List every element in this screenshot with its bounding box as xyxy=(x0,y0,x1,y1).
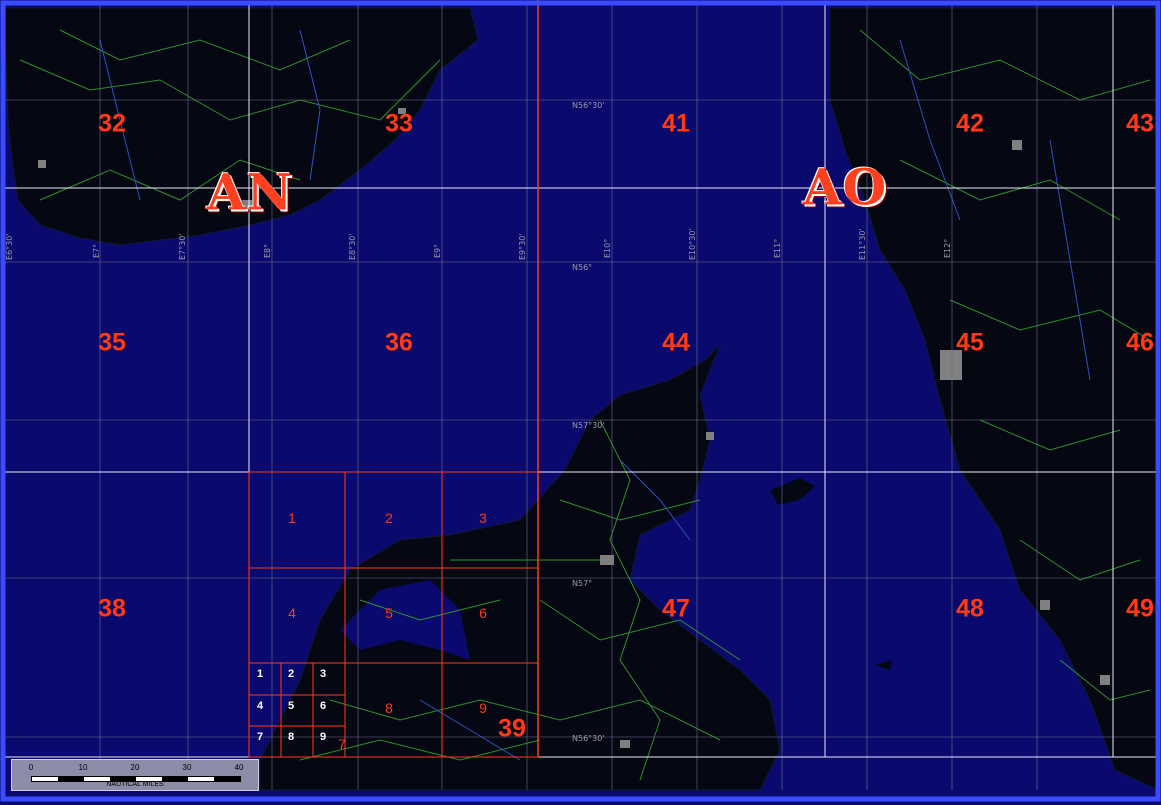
grid-cell-33[interactable]: 33 xyxy=(385,110,413,139)
subsubcell-3[interactable]: 3 xyxy=(320,668,326,680)
lat-label-56: N56° xyxy=(572,263,593,272)
grid-cell-46[interactable]: 46 xyxy=(1126,329,1154,358)
chart-map: AN AO 32 33 41 42 43 35 36 44 45 46 38 3… xyxy=(0,0,1161,805)
lon-label-e7: E7° xyxy=(92,243,101,258)
subsubcell-7[interactable]: 7 xyxy=(257,731,263,743)
lon-label-e11: E11° xyxy=(773,238,782,258)
scale-tick-20: 20 xyxy=(130,763,140,772)
subcell-4[interactable]: 4 xyxy=(288,605,296,621)
subcell-9[interactable]: 9 xyxy=(479,700,487,716)
scale-tick-40: 40 xyxy=(234,763,244,772)
subsubcell-5[interactable]: 5 xyxy=(288,700,294,712)
lon-label-e8: E8° xyxy=(263,243,272,258)
subcell-2[interactable]: 2 xyxy=(385,510,393,526)
subcell-3[interactable]: 3 xyxy=(479,510,487,526)
grid-cell-44[interactable]: 44 xyxy=(662,329,690,358)
subcell-8[interactable]: 8 xyxy=(385,700,393,716)
subsubcell-1[interactable]: 1 xyxy=(257,668,263,680)
grid-cell-45[interactable]: 45 xyxy=(956,329,984,358)
grid-cell-42[interactable]: 42 xyxy=(956,110,984,139)
scale-tick-30: 30 xyxy=(182,763,192,772)
subcell-6[interactable]: 6 xyxy=(479,605,487,621)
zone-label-ao: AO xyxy=(802,157,888,217)
lon-label-e9: E9° xyxy=(433,243,442,258)
lat-label-57: N57° xyxy=(572,579,593,588)
grid-cell-41[interactable]: 41 xyxy=(662,110,690,139)
lon-label-e12: E12° xyxy=(943,238,952,258)
scale-tick-10: 10 xyxy=(78,763,88,772)
subsubcell-4[interactable]: 4 xyxy=(257,700,263,712)
subsubcell-2[interactable]: 2 xyxy=(288,668,294,680)
subsubcell-9[interactable]: 9 xyxy=(320,731,326,743)
subsubcell-6[interactable]: 6 xyxy=(320,700,326,712)
lon-label-e10: E10° xyxy=(603,238,612,258)
lon-label-e930: E9°30' xyxy=(518,233,527,260)
subcell-7[interactable]: 7 xyxy=(338,736,346,752)
scale-unit-label: NAUTICAL MILES xyxy=(106,781,164,788)
grid-cell-32[interactable]: 32 xyxy=(98,110,126,139)
map-graphics xyxy=(0,0,1161,805)
grid-cell-39[interactable]: 39 xyxy=(498,715,526,744)
grid-cell-36[interactable]: 36 xyxy=(385,329,413,358)
lon-label-e730: E7°30' xyxy=(178,233,187,260)
grid-cell-43[interactable]: 43 xyxy=(1126,110,1154,139)
grid-cell-35[interactable]: 35 xyxy=(98,329,126,358)
grid-cell-38[interactable]: 38 xyxy=(98,595,126,624)
grid-cell-48[interactable]: 48 xyxy=(956,595,984,624)
lon-label-e1030: E10°30' xyxy=(688,228,697,260)
lat-label-5830: N56°30' xyxy=(572,101,605,110)
lat-label-5730: N57°30' xyxy=(572,421,605,430)
grid-cell-47[interactable]: 47 xyxy=(662,595,690,624)
scale-tick-0: 0 xyxy=(28,763,34,772)
subsubcell-8[interactable]: 8 xyxy=(288,731,294,743)
subcell-5[interactable]: 5 xyxy=(385,605,393,621)
zone-label-an: AN xyxy=(206,162,294,222)
lon-label-e1130: E11°30' xyxy=(858,228,867,260)
lat-label-5630: N56°30' xyxy=(572,734,605,743)
lon-label-e630: E6°30' xyxy=(5,233,14,260)
lon-label-e830: E8°30' xyxy=(348,233,357,260)
subcell-1[interactable]: 1 xyxy=(288,510,296,526)
grid-cell-49[interactable]: 49 xyxy=(1126,595,1154,624)
scale-bar: 0 10 20 30 40 NAUTICAL MILES xyxy=(11,759,259,791)
